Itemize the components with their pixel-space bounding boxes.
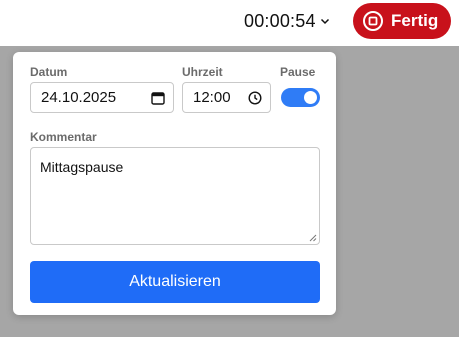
update-button[interactable]: Aktualisieren — [30, 261, 320, 303]
resize-grip-icon[interactable] — [309, 234, 317, 242]
timer-display: 00:00:54 — [244, 10, 316, 31]
comment-value: Mittagspause — [40, 159, 124, 175]
date-value: 24.10.2025 — [41, 89, 117, 106]
finish-button[interactable]: Fertig — [353, 3, 451, 39]
comment-label: Kommentar — [30, 130, 97, 144]
time-label: Uhrzeit — [182, 65, 223, 79]
edit-entry-popover: Datum 24.10.2025 Uhrzeit 12:00 Pause Kom… — [13, 52, 336, 315]
time-input[interactable]: 12:00 — [182, 82, 271, 113]
toggle-knob — [304, 91, 317, 104]
top-bar: 00:00:54 Fertig — [0, 0, 459, 46]
date-input[interactable]: 24.10.2025 — [30, 82, 174, 113]
stop-circle-icon — [363, 11, 383, 31]
timer-dropdown[interactable]: 00:00:54 — [244, 9, 331, 33]
calendar-icon[interactable] — [151, 91, 165, 105]
pause-toggle[interactable] — [281, 88, 320, 107]
date-label: Datum — [30, 65, 68, 79]
pause-label: Pause — [280, 65, 316, 79]
finish-button-label: Fertig — [391, 11, 439, 30]
comment-textarea[interactable]: Mittagspause — [30, 147, 320, 245]
chevron-down-icon — [320, 18, 329, 25]
time-value: 12:00 — [193, 89, 231, 106]
clock-icon[interactable] — [248, 90, 262, 105]
